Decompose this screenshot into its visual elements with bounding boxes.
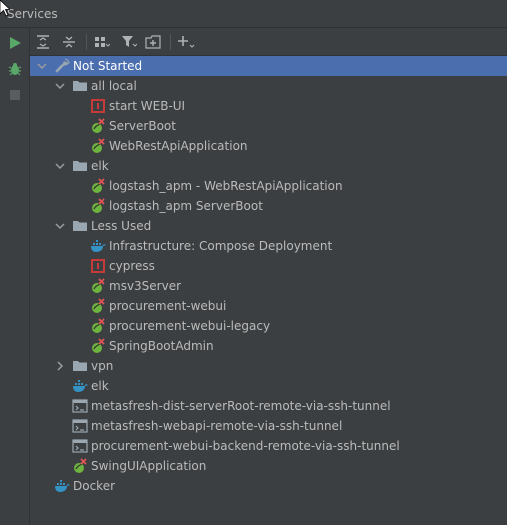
tree-item-label: elk: [91, 379, 109, 393]
tree-item-procurement-webui-legacy[interactable]: procurement-webui-legacy: [30, 316, 507, 336]
spring-boot-icon: [90, 298, 106, 314]
tree-node-label: elk: [91, 159, 109, 173]
tree-node-label: Less Used: [91, 219, 152, 233]
tree-item-label: procurement-webui-backend-remote-via-ssh…: [91, 439, 400, 453]
tree-item-springbootadmin[interactable]: SpringBootAdmin: [30, 336, 507, 356]
docker-icon: [72, 378, 88, 394]
open-in-new-tab-button[interactable]: [143, 32, 163, 52]
tree-item-ssh-tunnel[interactable]: metasfresh-webapi-remote-via-ssh-tunnel: [30, 416, 507, 436]
spring-boot-icon: [90, 138, 106, 154]
tree-node-label: Not Started: [73, 59, 143, 73]
tree-item-label: cypress: [109, 259, 155, 273]
tree-item-label: SpringBootAdmin: [109, 339, 214, 353]
tree-item-serverboot[interactable]: ServerBoot: [30, 116, 507, 136]
spring-boot-icon: [90, 338, 106, 354]
chevron-down-icon[interactable]: [54, 80, 66, 92]
spring-boot-icon: [90, 118, 106, 134]
tree-item-label: ServerBoot: [109, 119, 176, 133]
tree-node-label: vpn: [91, 359, 114, 373]
tree-item-ssh-tunnel[interactable]: procurement-webui-backend-remote-via-ssh…: [30, 436, 507, 456]
chevron-down-icon[interactable]: [54, 160, 66, 172]
tree-item-label: Infrastructure: Compose Deployment: [109, 239, 333, 253]
chevron-down-icon[interactable]: [36, 60, 48, 72]
folder-icon: [72, 78, 88, 94]
ssh-tunnel-icon: [72, 438, 88, 454]
spring-boot-icon: [90, 198, 106, 214]
tree-item-msv3server[interactable]: msv3Server: [30, 276, 507, 296]
chevron-right-icon[interactable]: [54, 360, 66, 372]
window-title: Services: [7, 7, 58, 21]
collapse-all-icon: [63, 36, 75, 48]
group-by-button[interactable]: [92, 32, 112, 52]
toolbar-separator: [86, 34, 87, 50]
tree-node-docker[interactable]: Docker: [30, 476, 507, 496]
expand-all-button[interactable]: [33, 32, 53, 52]
spring-boot-icon: [90, 278, 106, 294]
npm-icon: [90, 98, 106, 114]
tree-item-label: metasfresh-dist-serverRoot-remote-via-ss…: [91, 399, 391, 413]
npm-icon: [90, 258, 106, 274]
tree-group-elk[interactable]: elk: [30, 156, 507, 176]
tree-item-label: WebRestApiApplication: [109, 139, 248, 153]
folder-icon: [72, 218, 88, 234]
debug-button[interactable]: [5, 59, 25, 79]
bug-icon: [8, 63, 22, 76]
filter-icon: [122, 36, 137, 47]
chevron-down-icon[interactable]: [54, 220, 66, 232]
collapse-all-button[interactable]: [59, 32, 79, 52]
services-title-bar: Services: [0, 0, 507, 28]
spring-boot-icon: [90, 178, 106, 194]
tree-group-less-used[interactable]: Less Used: [30, 216, 507, 236]
tree-item-elk-compose[interactable]: elk: [30, 376, 507, 396]
toolbar-separator: [170, 34, 171, 50]
docker-icon: [54, 478, 70, 494]
play-icon: [10, 37, 21, 49]
tree-node-label: all local: [91, 79, 137, 93]
spring-boot-icon: [90, 318, 106, 334]
folder-icon: [72, 358, 88, 374]
left-action-bar: [0, 28, 30, 525]
mouse-cursor-icon: [0, 0, 10, 17]
services-tree: Not Started all local start WEB-UI Serve…: [30, 56, 507, 525]
folder-icon: [72, 158, 88, 174]
tree-item-label: logstash_apm ServerBoot: [109, 199, 263, 213]
tree-item-label: SwingUIApplication: [91, 459, 207, 473]
tree-item-procurement-webui[interactable]: procurement-webui: [30, 296, 507, 316]
tree-item-label: procurement-webui-legacy: [109, 319, 271, 333]
services-toolbar: [30, 28, 507, 56]
docker-icon: [90, 238, 106, 254]
stop-button[interactable]: [5, 85, 25, 105]
tree-item-ssh-tunnel[interactable]: metasfresh-dist-serverRoot-remote-via-ss…: [30, 396, 507, 416]
tree-item-label: msv3Server: [109, 279, 182, 293]
open-in-new-tab-icon: [145, 35, 161, 49]
add-service-icon: [178, 36, 195, 48]
expand-all-icon: [37, 35, 49, 49]
wrench-icon: [54, 58, 70, 74]
stop-icon: [10, 90, 20, 100]
filter-button[interactable]: [119, 32, 139, 52]
add-service-button[interactable]: [176, 32, 196, 52]
ssh-tunnel-icon: [72, 418, 88, 434]
tree-item-label: procurement-webui: [109, 299, 227, 313]
run-button[interactable]: [5, 33, 25, 53]
tree-group-vpn[interactable]: vpn: [30, 356, 507, 376]
tree-item-label: start WEB-UI: [109, 99, 186, 113]
spring-boot-icon: [72, 458, 88, 474]
tree-item-label: metasfresh-webapi-remote-via-ssh-tunnel: [91, 419, 343, 433]
tree-item-swinguiapplication[interactable]: SwingUIApplication: [30, 456, 507, 476]
group-by-icon: [95, 37, 110, 47]
tree-item-label: logstash_apm - WebRestApiApplication: [109, 179, 343, 193]
tree-node-label: Docker: [73, 479, 116, 493]
tree-item-infrastructure-compose[interactable]: Infrastructure: Compose Deployment: [30, 236, 507, 256]
tree-item-webrestapiapplication[interactable]: WebRestApiApplication: [30, 136, 507, 156]
tree-item-logstash-serverboot[interactable]: logstash_apm ServerBoot: [30, 196, 507, 216]
tree-node-not-started[interactable]: Not Started: [30, 56, 507, 76]
tree-group-all-local[interactable]: all local: [30, 76, 507, 96]
tree-item-cypress[interactable]: cypress: [30, 256, 507, 276]
tree-item-logstash-webrestapi[interactable]: logstash_apm - WebRestApiApplication: [30, 176, 507, 196]
ssh-tunnel-icon: [72, 398, 88, 414]
tree-item-start-web-ui[interactable]: start WEB-UI: [30, 96, 507, 116]
